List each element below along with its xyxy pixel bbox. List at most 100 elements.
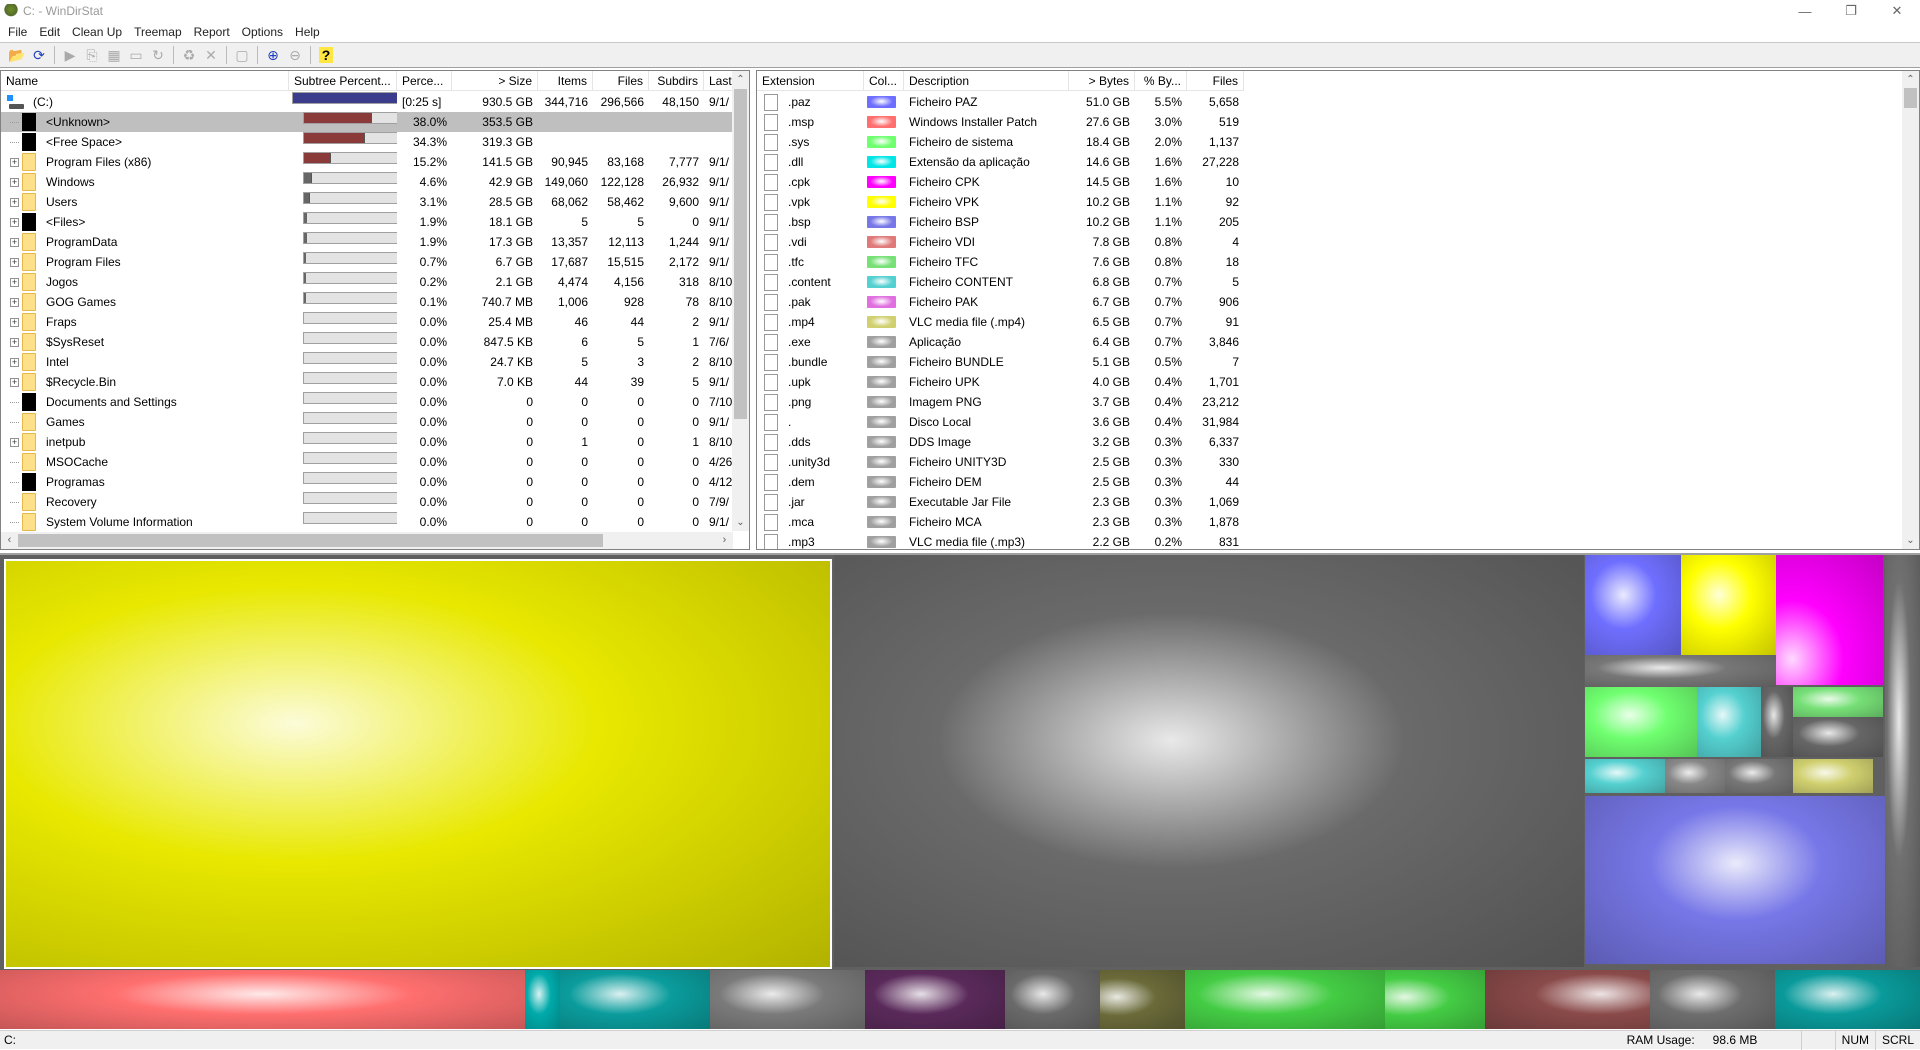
tree-vertical-scrollbar[interactable]: ⌃ ⌄ <box>732 71 749 531</box>
expand-toggle[interactable]: + <box>10 217 19 227</box>
minimize-button[interactable]: — <box>1782 0 1828 22</box>
extension-row[interactable]: .mp4 VLC media file (.mp4) 6.5 GB 0.7% 91 <box>757 312 1244 332</box>
tree-row[interactable]: <Unknown> 38.0% 353.5 GB <box>1 112 734 132</box>
help-button[interactable]: ? <box>315 45 337 65</box>
treemap-block-cpk[interactable] <box>1776 555 1883 685</box>
column-percent-bytes[interactable]: % By... <box>1135 71 1187 91</box>
expand-toggle[interactable]: + <box>10 177 19 187</box>
treemap-block-msp[interactable] <box>0 970 525 1029</box>
expand-toggle[interactable]: + <box>10 357 19 367</box>
column-extension[interactable]: Extension <box>757 71 864 91</box>
delete-button[interactable]: ✕ <box>200 45 222 65</box>
scroll-left-icon[interactable]: ‹ <box>1 532 18 549</box>
treemap-block-misc[interactable] <box>1650 970 1775 1029</box>
extension-row[interactable]: .mp3 VLC media file (.mp3) 2.2 GB 0.2% 831 <box>757 532 1244 549</box>
column-last-change[interactable]: Last <box>704 71 734 91</box>
expand-toggle[interactable]: + <box>10 197 19 207</box>
treemap-block-sys[interactable] <box>1385 970 1485 1029</box>
tree-row[interactable]: + Jogos 0.2% 2.1 GB 4,474 4,156 318 8/10 <box>1 272 734 292</box>
treemap-block-dll[interactable] <box>1775 970 1920 1029</box>
extension-row[interactable]: .jar Executable Jar File 2.3 GB 0.3% 1,069 <box>757 492 1244 512</box>
tree-row[interactable]: + Program Files (x86) 15.2% 141.5 GB 90,945 8… <box>1 152 734 172</box>
treemap-block-vpk[interactable] <box>1681 555 1776 655</box>
expand-toggle[interactable]: + <box>10 337 19 347</box>
column-percent[interactable]: Perce... <box>397 71 452 91</box>
treemap-block-misc[interactable] <box>1885 555 1920 967</box>
tree-row[interactable]: + $Recycle.Bin 0.0% 7.0 KB 44 39 5 9/1/ <box>1 372 734 392</box>
tree-row[interactable]: Recovery 0.0% 0 0 0 0 7/9/ <box>1 492 734 512</box>
expand-toggle[interactable]: + <box>10 157 19 167</box>
treemap-block-sys[interactable] <box>1185 970 1385 1029</box>
tree-row[interactable]: + <Files> 1.9% 18.1 GB 5 5 0 9/1/ <box>1 212 734 232</box>
treemap-block-misc[interactable] <box>1761 687 1793 757</box>
scroll-down-icon[interactable]: ⌄ <box>1902 532 1919 549</box>
copy-path-button[interactable]: ⎘ <box>81 45 103 65</box>
tree-row[interactable]: + Program Files 0.7% 6.7 GB 17,687 15,515 2,17… <box>1 252 734 272</box>
tree-row[interactable]: Programas 0.0% 0 0 0 0 4/12 <box>1 472 734 492</box>
tree-row[interactable]: + Intel 0.0% 24.7 KB 5 3 2 8/10 <box>1 352 734 372</box>
treemap-block-vdi[interactable] <box>1485 970 1650 1029</box>
column-subdirs[interactable]: Subdirs <box>649 71 704 91</box>
extension-row[interactable]: .content Ficheiro CONTENT 6.8 GB 0.7% 5 <box>757 272 1244 292</box>
treemap-block-tfc[interactable] <box>1793 687 1883 717</box>
extension-row[interactable]: .exe Aplicação 6.4 GB 0.7% 3,846 <box>757 332 1244 352</box>
column-ext-files[interactable]: Files <box>1187 71 1244 91</box>
close-button[interactable]: ✕ <box>1874 0 1920 22</box>
expand-toggle[interactable]: + <box>10 297 19 307</box>
treemap-block-bsp[interactable] <box>1585 796 1887 964</box>
extension-row[interactable]: .dds DDS Image 3.2 GB 0.3% 6,337 <box>757 432 1244 452</box>
treemap-block-dll[interactable] <box>560 970 710 1029</box>
treemap-block-pak[interactable] <box>865 970 1005 1029</box>
extension-vertical-scrollbar[interactable]: ⌃ ⌄ <box>1902 71 1919 549</box>
extension-row[interactable]: .dll Extensão da aplicação 14.6 GB 1.6% 27,2… <box>757 152 1244 172</box>
restore-button[interactable]: ❐ <box>1828 0 1874 22</box>
extension-row[interactable]: .unity3d Ficheiro UNITY3D 2.5 GB 0.3% 330 <box>757 452 1244 472</box>
menu-file[interactable]: File <box>2 22 33 42</box>
extension-row[interactable]: .sys Ficheiro de sistema 18.4 GB 2.0% 1,137 <box>757 132 1244 152</box>
menu-help[interactable]: Help <box>289 22 326 42</box>
open-button[interactable]: 📂 <box>6 45 28 65</box>
zoom-out-button[interactable]: ⊖ <box>284 45 306 65</box>
treemap-block-dll[interactable] <box>525 970 560 1029</box>
treemap-block-mp4[interactable] <box>1100 970 1185 1029</box>
tree-horizontal-scrollbar[interactable]: ‹ › <box>1 532 733 549</box>
treemap-block-sys[interactable] <box>1585 687 1697 757</box>
expand-toggle[interactable]: + <box>10 257 19 267</box>
column-subtree-percent[interactable]: Subtree Percent... <box>289 71 397 91</box>
column-items[interactable]: Items <box>538 71 593 91</box>
extension-row[interactable]: .msp Windows Installer Patch 27.6 GB 3.0% 51… <box>757 112 1244 132</box>
treemap-block-misc[interactable] <box>1725 759 1793 793</box>
command-prompt-button[interactable]: ▭ <box>125 45 147 65</box>
tree-hscroll-thumb[interactable] <box>18 534 603 547</box>
treemap-block-content[interactable] <box>1585 759 1665 793</box>
extension-row[interactable]: .upk Ficheiro UPK 4.0 GB 0.4% 1,701 <box>757 372 1244 392</box>
scroll-up-icon[interactable]: ⌃ <box>732 71 749 88</box>
column-description[interactable]: Description <box>904 71 1069 91</box>
extension-row[interactable]: .tfc Ficheiro TFC 7.6 GB 0.8% 18 <box>757 252 1244 272</box>
treemap-block-free-space[interactable] <box>834 555 1584 967</box>
tree-row[interactable]: MSOCache 0.0% 0 0 0 0 4/26 <box>1 452 734 472</box>
tree-row[interactable]: <Free Space> 34.3% 319.3 GB <box>1 132 734 152</box>
tree-row[interactable]: + GOG Games 0.1% 740.7 MB 1,006 928 78 8/10 <box>1 292 734 312</box>
column-color[interactable]: Col... <box>864 71 904 91</box>
extension-row[interactable]: .vdi Ficheiro VDI 7.8 GB 0.8% 4 <box>757 232 1244 252</box>
extension-row[interactable]: .bsp Ficheiro BSP 10.2 GB 1.1% 205 <box>757 212 1244 232</box>
refresh-selected-button[interactable]: ↻ <box>147 45 169 65</box>
zoom-in-button[interactable]: ⊕ <box>262 45 284 65</box>
expand-toggle[interactable]: + <box>10 237 19 247</box>
recycle-button[interactable]: ♻ <box>178 45 200 65</box>
column-size[interactable]: > Size <box>452 71 538 91</box>
menu-report[interactable]: Report <box>188 22 236 42</box>
extension-row[interactable]: .paz Ficheiro PAZ 51.0 GB 5.5% 5,658 <box>757 92 1244 112</box>
tree-row[interactable]: + Windows 4.6% 42.9 GB 149,060 122,128 26,932 9… <box>1 172 734 192</box>
extension-vscroll-thumb[interactable] <box>1904 88 1917 108</box>
tree-row[interactable]: + $SysReset 0.0% 847.5 KB 6 5 1 7/6/ <box>1 332 734 352</box>
expand-toggle[interactable]: + <box>10 317 19 327</box>
expand-toggle[interactable]: + <box>10 437 19 447</box>
column-bytes[interactable]: > Bytes <box>1069 71 1135 91</box>
explorer-button[interactable]: ▦ <box>103 45 125 65</box>
properties-button[interactable]: ▢ <box>231 45 253 65</box>
tree-row[interactable]: Documents and Settings 0.0% 0 0 0 0 7/10 <box>1 392 734 412</box>
extension-row[interactable]: .png Imagem PNG 3.7 GB 0.4% 23,212 <box>757 392 1244 412</box>
refresh-button[interactable]: ⟳ <box>28 45 50 65</box>
